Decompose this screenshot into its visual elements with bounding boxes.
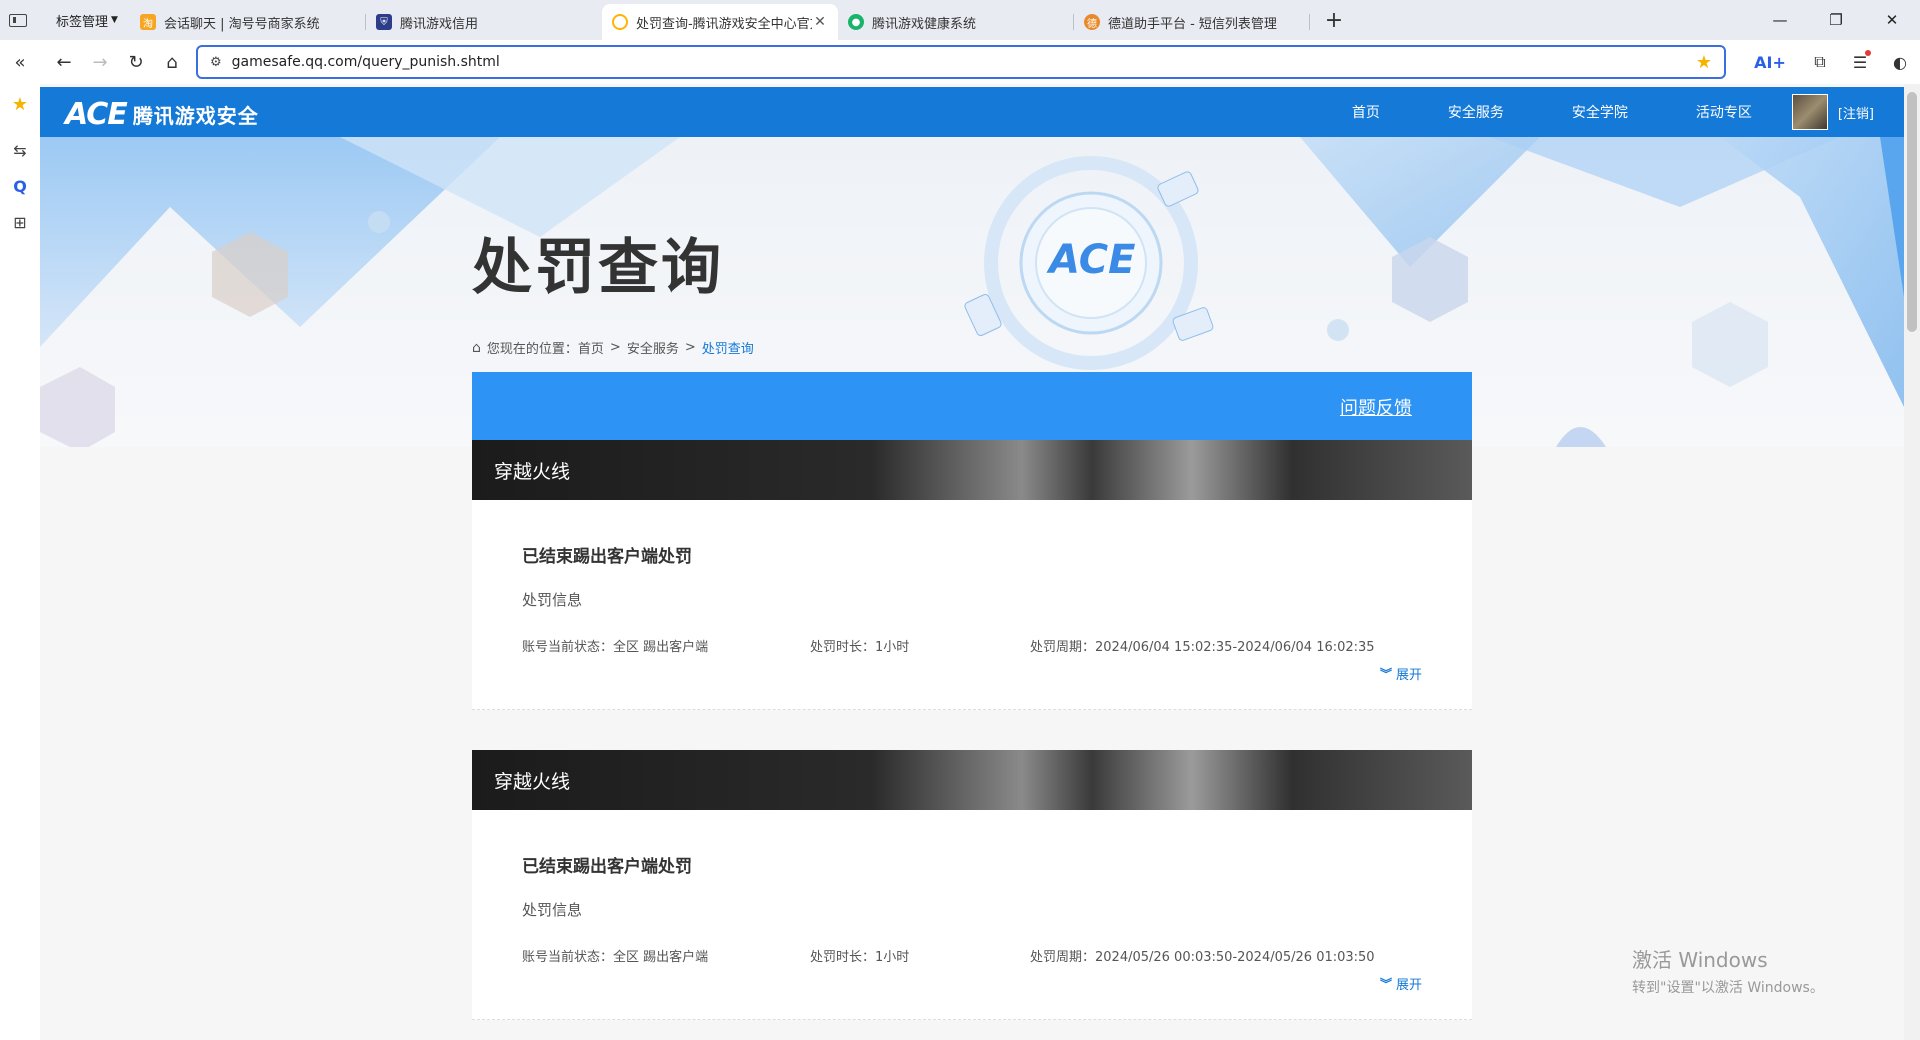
breadcrumb-prefix: 您现在的位置： (486, 342, 578, 357)
double-chevron-down-icon: ︾ (1379, 977, 1392, 991)
site-header: ACE 腾讯游戏安全 首页 安全服务 安全学院 活动专区 [注销] (40, 87, 1904, 137)
nav-security-services[interactable]: 安全服务 (1448, 102, 1504, 122)
expand-label: 展开 (1395, 978, 1422, 993)
account-state: 账号当前状态：全区 踢出客户端 (522, 950, 709, 965)
tab-manager-label: 标签管理 (56, 14, 109, 30)
punish-query-panel: 问题反馈 穿越火线 已结束踢出客户端处罚 处罚信息 账号当前状态：全区 踢出客户… (472, 372, 1472, 1020)
browser-toolbar: « ← → ↻ ⌂ ⚙ gamesafe.qq.com/query_punish… (0, 40, 1920, 84)
browser-tab[interactable]: ⛨ 腾讯游戏信用 (366, 6, 602, 38)
feedback-link[interactable]: 问题反馈 (1340, 394, 1412, 420)
home-icon[interactable]: ⌂ (154, 44, 190, 80)
minimize-icon[interactable]: — (1752, 0, 1808, 40)
logout-link[interactable]: [注销] (1838, 103, 1874, 122)
tab-title: 腾讯游戏信用 (399, 16, 478, 32)
punish-info-label: 处罚信息 (522, 901, 583, 919)
reload-icon[interactable]: ↻ (118, 44, 154, 80)
tab-manager-button[interactable]: 标签管理 ▼ (36, 0, 130, 40)
address-bar[interactable]: ⚙ gamesafe.qq.com/query_punish.shtml ★ (196, 45, 1726, 79)
double-chevron-down-icon: ︾ (1379, 667, 1392, 681)
game-name: 穿越火线 (494, 771, 571, 793)
logo-ace-text: ACE (65, 97, 128, 132)
url-text[interactable]: gamesafe.qq.com/query_punish.shtml (232, 54, 1696, 70)
windows-activation-watermark: 激活 Windows 转到"设置"以激活 Windows。 (1632, 944, 1824, 997)
logo-name-text: 腾讯游戏安全 (132, 104, 259, 128)
user-avatar[interactable] (1791, 94, 1828, 130)
shield-favicon-icon: ⛨ (375, 14, 392, 30)
watermark-line1: 激活 Windows (1632, 948, 1768, 972)
nav-activities[interactable]: 活动专区 (1696, 102, 1752, 122)
sidebar-toggle-icon[interactable] (0, 0, 36, 40)
page-title: 处罚查询 (472, 233, 724, 303)
browser-tab-bar: 标签管理 ▼ 淘 会话聊天 | 淘号号商家系统 ⛨ 腾讯游戏信用 处罚查询-腾讯… (0, 0, 1920, 40)
nav-security-academy[interactable]: 安全学院 (1572, 102, 1628, 122)
ace-emblem-icon: ACE (1049, 237, 1136, 283)
window-controls: — ❐ ✕ (1752, 0, 1920, 40)
tab-title: 处罚查询-腾讯游戏安全中心官方网站 (635, 16, 812, 32)
browser-tab[interactable]: 德 德道助手平台 - 短信列表管理 (1074, 6, 1310, 38)
game-banner: 穿越火线 (472, 750, 1472, 810)
punish-status: 已结束踢出客户端处罚 (522, 857, 692, 877)
punish-period: 处罚周期：2024/06/04 15:02:35-2024/06/04 16:0… (1030, 640, 1375, 655)
breadcrumb-separator-icon: > (684, 340, 696, 355)
expand-label: 展开 (1395, 668, 1422, 683)
breadcrumb: ⌂ 您现在的位置： 首页 > 安全服务 > 处罚查询 (472, 338, 754, 358)
site-logo[interactable]: ACE 腾讯游戏安全 (65, 97, 259, 132)
tab-title: 会话聊天 | 淘号号商家系统 (163, 16, 320, 32)
profile-icon[interactable]: ◐ (1880, 44, 1920, 80)
close-tab-icon[interactable]: ✕ (812, 14, 828, 30)
search-q-icon[interactable]: Q (2, 168, 38, 204)
punish-record: 已结束踢出客户端处罚 处罚信息 账号当前状态：全区 踢出客户端 处罚时长：1小时… (472, 810, 1472, 1020)
feedback-bar: 问题反馈 (472, 372, 1472, 440)
tab-favicon-icon: 德 (1083, 14, 1100, 30)
restore-icon[interactable]: ❐ (1808, 0, 1864, 40)
scrollbar-thumb[interactable] (1907, 92, 1917, 332)
ai-assistant-button[interactable]: AI+ (1740, 44, 1800, 80)
caret-down-icon: ▼ (111, 15, 118, 25)
new-tab-plus-icon[interactable]: + (1316, 4, 1352, 36)
punish-duration: 处罚时长：1小时 (810, 640, 910, 655)
breadcrumb-separator-icon: > (609, 340, 621, 355)
extensions-icon[interactable]: ⧉ (1800, 44, 1840, 80)
loading-favicon-icon (611, 14, 628, 30)
bookmark-star-icon[interactable]: ★ (1696, 52, 1712, 73)
tab-title: 德道助手平台 - 短信列表管理 (1107, 16, 1277, 32)
watermark-line2: 转到"设置"以激活 Windows。 (1632, 980, 1824, 996)
forward-arrow-icon[interactable]: → (82, 44, 118, 80)
breadcrumb-security-services[interactable]: 安全服务 (627, 338, 679, 357)
expand-button[interactable]: ︾ 展开 (1380, 974, 1422, 993)
expand-button[interactable]: ︾ 展开 (1380, 664, 1422, 683)
breadcrumb-current[interactable]: 处罚查询 (702, 338, 754, 357)
close-window-icon[interactable]: ✕ (1864, 0, 1920, 40)
tab-favicon-icon: ● (847, 14, 864, 30)
punish-status: 已结束踢出客户端处罚 (522, 547, 692, 567)
toolbar-right: AI+ ⧉ ☰ ◐ (1740, 40, 1920, 84)
swap-arrows-icon[interactable]: ⇆ (2, 132, 38, 168)
browser-tab-active[interactable]: 处罚查询-腾讯游戏安全中心官方网站 ✕ (601, 4, 838, 40)
home-icon: ⌂ (472, 339, 481, 356)
site-nav: 首页 安全服务 安全学院 活动专区 [注销] (1284, 87, 1874, 137)
page-viewport: ACE ACE 腾讯游戏安全 首页 安全服务 安全学院 活动专区 [注销] 处罚… (40, 84, 1920, 1040)
punish-duration: 处罚时长：1小时 (810, 950, 910, 965)
site-settings-icon[interactable]: ⚙ (210, 55, 222, 70)
breadcrumb-home[interactable]: 首页 (578, 338, 604, 357)
punish-period: 处罚周期：2024/05/26 00:03:50-2024/05/26 01:0… (1030, 950, 1375, 965)
account-state: 账号当前状态：全区 踢出客户端 (522, 640, 709, 655)
add-panel-icon[interactable]: ⊞ (2, 204, 38, 240)
tab-favicon-icon: 淘 (139, 14, 156, 30)
game-banner: 穿越火线 (472, 440, 1472, 500)
collapse-sidebar-icon[interactable]: « (2, 44, 38, 80)
browser-tab[interactable]: ● 腾讯游戏健康系统 (838, 6, 1074, 38)
favorites-star-icon[interactable]: ★ (2, 86, 38, 122)
punish-info-label: 处罚信息 (522, 591, 583, 609)
page-scrollbar[interactable] (1904, 84, 1920, 1040)
menu-list-icon[interactable]: ☰ (1840, 44, 1880, 80)
nav-home[interactable]: 首页 (1352, 102, 1380, 122)
back-arrow-icon[interactable]: ← (46, 44, 82, 80)
tab-title: 腾讯游戏健康系统 (871, 16, 976, 32)
game-name: 穿越火线 (494, 461, 571, 483)
punish-record: 已结束踢出客户端处罚 处罚信息 账号当前状态：全区 踢出客户端 处罚时长：1小时… (472, 500, 1472, 710)
browser-tab[interactable]: 淘 会话聊天 | 淘号号商家系统 (130, 6, 366, 38)
browser-side-rail: ★ ⇆ Q ⊞ (0, 84, 40, 1040)
